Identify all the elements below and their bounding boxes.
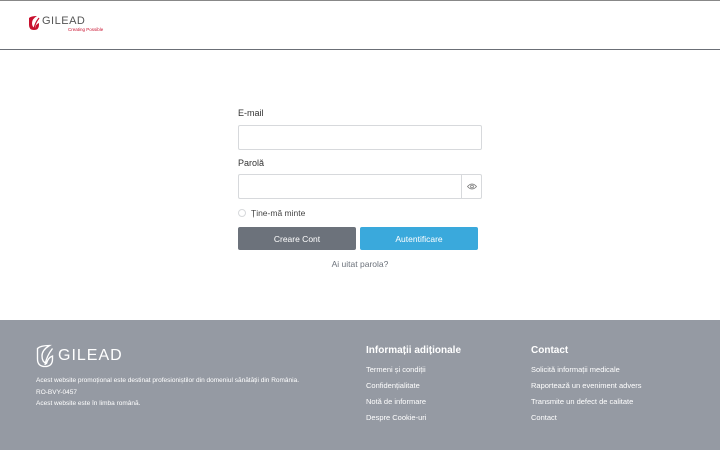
password-label: Parolă	[238, 158, 265, 168]
login-button[interactable]: Autentificare	[360, 227, 478, 250]
remember-checkbox[interactable]	[238, 209, 246, 217]
footer-col-heading: Informații adiționale	[366, 345, 462, 356]
footer-link-contact[interactable]: Contact	[531, 413, 641, 429]
footer-link-terms[interactable]: Termeni și condiții	[366, 365, 461, 381]
password-field[interactable]	[238, 174, 461, 199]
gilead-leaf-icon	[29, 16, 40, 30]
footer-col-heading: Contact	[531, 345, 569, 356]
footer-link-adverse-event[interactable]: Raportează un eveniment advers	[531, 381, 641, 397]
footer-logo-word: GILEAD	[58, 347, 123, 364]
footer-col-contact: Contact Solicită informații medicale Rap…	[531, 345, 641, 429]
footer-link-medical-info[interactable]: Solicită informații medicale	[531, 365, 641, 381]
create-account-button[interactable]: Creare Cont	[238, 227, 356, 250]
email-label: E-mail	[238, 108, 264, 118]
footer-logo[interactable]: GILEAD	[36, 344, 123, 368]
eye-icon	[466, 183, 477, 190]
site-footer: GILEAD Acest website promoțional este de…	[0, 320, 720, 450]
footer-link-quality-defect[interactable]: Transmite un defect de calitate	[531, 397, 641, 413]
site-header: GILEAD Creating Possible	[0, 1, 720, 50]
remember-label: Ține-mă minte	[251, 208, 306, 218]
footer-col-info: Informații adiționale Termeni și condiți…	[366, 345, 461, 429]
password-group	[238, 174, 482, 199]
footer-disclaimer: Acest website promoțional este destinat …	[36, 377, 300, 384]
footer-link-privacy[interactable]: Confidențialitate	[366, 381, 461, 397]
remember-me[interactable]: Ține-mă minte	[238, 208, 305, 218]
footer-link-cookies[interactable]: Despre Cookie-uri	[366, 413, 461, 429]
footer-link-notice[interactable]: Notă de informare	[366, 397, 461, 413]
email-field[interactable]	[238, 125, 482, 150]
password-toggle-button[interactable]	[461, 174, 482, 199]
gilead-leaf-icon	[36, 344, 54, 368]
forgot-password-link[interactable]: Ai uitat parola?	[238, 259, 482, 269]
logo-tagline: Creating Possible	[68, 27, 104, 32]
logo-word: GILEAD	[42, 15, 86, 27]
footer-language-note: Acest website este în limba română.	[36, 400, 141, 407]
footer-code: RO-BVY-0457	[36, 389, 77, 396]
header-logo[interactable]: GILEAD Creating Possible	[28, 15, 103, 33]
